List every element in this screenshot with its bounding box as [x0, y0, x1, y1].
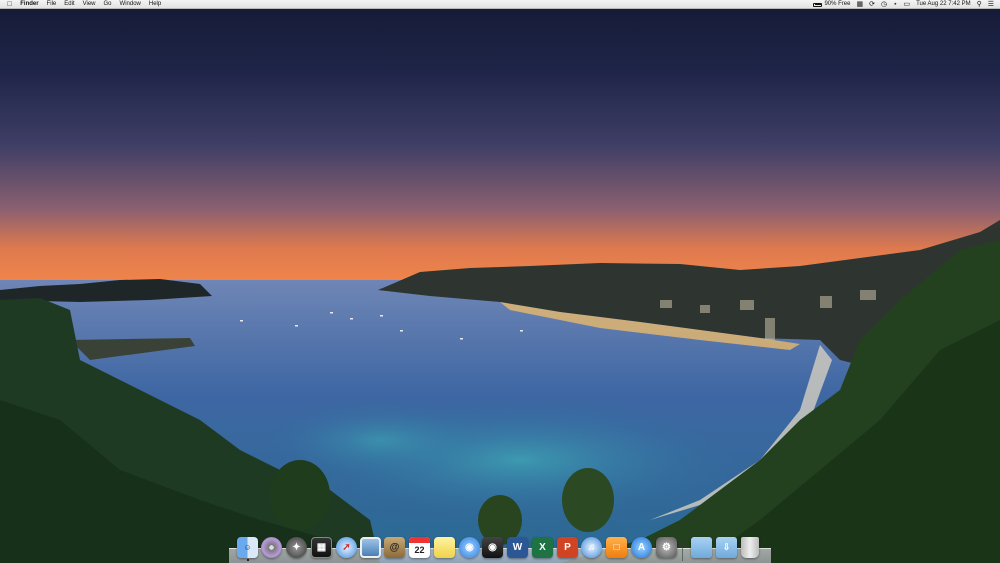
menu-help[interactable]: Help [149, 0, 161, 9]
ibooks-icon[interactable]: □ [606, 537, 627, 558]
memory-icon[interactable]: ▦ [856, 0, 863, 9]
calendar-day: 22 [414, 545, 425, 555]
calendar-icon[interactable]: 22 [409, 537, 430, 558]
desktop-wallpaper [0, 0, 1000, 563]
camera-icon[interactable]: ◉ [482, 537, 503, 558]
battery-text: 90% Free [824, 1, 851, 7]
mission-control-icon[interactable]: ▦ [311, 537, 332, 558]
contacts-icon[interactable]: @ [384, 537, 405, 558]
airplay-icon[interactable]: ▭ [903, 0, 910, 9]
menu-edit[interactable]: Edit [64, 0, 74, 9]
battery-icon [813, 2, 823, 7]
app-store-icon[interactable]: A [631, 537, 652, 558]
battery-status[interactable]: 90% Free [813, 0, 850, 9]
dock: ☺ ✦ ▦ ➚ @ 22 ◉ ◉ W X P ♫ □ A ⚙ ⇩ [229, 535, 771, 563]
powerpoint-icon[interactable]: P [557, 537, 578, 558]
preview-icon[interactable] [360, 537, 381, 558]
spotlight-icon[interactable]: ⚲ [977, 0, 982, 9]
sync-icon[interactable]: ⟳ [869, 0, 875, 9]
downloads-folder-icon[interactable]: ⇩ [716, 537, 737, 558]
word-icon[interactable]: W [507, 537, 528, 558]
gear-icon[interactable]: ⚙ [656, 537, 677, 558]
running-indicator [246, 559, 249, 561]
excel-icon[interactable]: X [532, 537, 553, 558]
menu-go[interactable]: Go [104, 0, 112, 9]
notes-icon[interactable] [434, 537, 455, 558]
menu-view[interactable]: View [83, 0, 96, 9]
menu-file[interactable]: File [47, 0, 57, 9]
finder-icon[interactable]: ☺ [237, 537, 258, 561]
dock-separator [682, 541, 683, 561]
menu-clock[interactable]: Tue Aug 22 7:42 PM [916, 0, 970, 9]
notification-center-icon[interactable]: ☰ [988, 0, 994, 9]
apple-logo-icon[interactable]:  [7, 0, 12, 9]
launchpad-icon[interactable]: ✦ [286, 537, 307, 558]
timemachine-icon[interactable]: ◷ [881, 0, 887, 9]
trash-icon[interactable] [741, 537, 759, 558]
wifi-icon[interactable]: ⋆ [893, 0, 897, 9]
itunes-icon[interactable]: ♫ [581, 537, 602, 558]
menu-window[interactable]: Window [120, 0, 141, 9]
dvd-icon[interactable] [261, 537, 282, 558]
folder-icon[interactable] [691, 537, 712, 558]
menu-app-finder[interactable]: Finder [20, 0, 38, 9]
messages-icon[interactable]: ◉ [459, 537, 480, 558]
safari-icon[interactable]: ➚ [336, 537, 357, 558]
menu-bar:  Finder File Edit View Go Window Help 9… [0, 0, 1000, 9]
